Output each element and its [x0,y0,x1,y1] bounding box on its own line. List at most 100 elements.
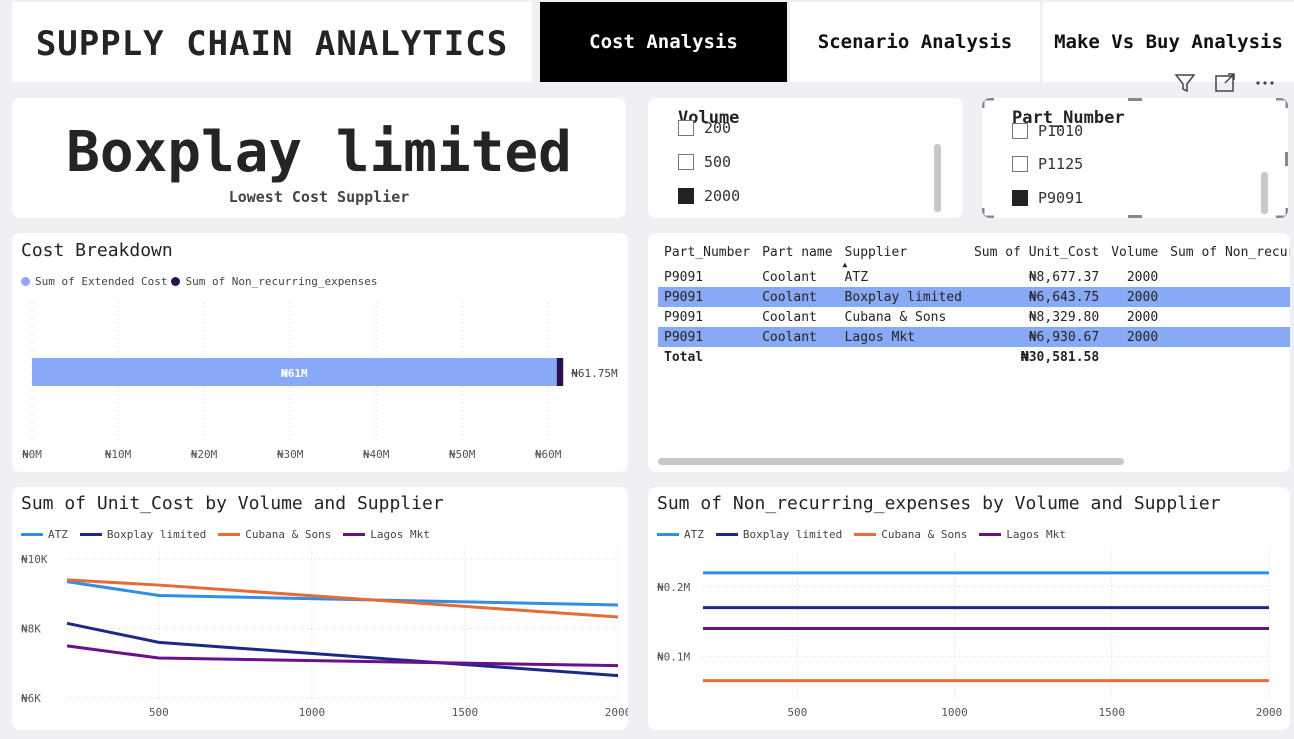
series-line [66,578,619,619]
x-tick-label: 500 [149,706,169,719]
option-label: P1125 [1038,155,1084,173]
cell-part-name: Coolant [756,287,839,307]
cell-non-recurring [1164,267,1290,287]
table-horizontal-scrollbar[interactable] [658,458,1124,465]
col-volume[interactable]: Volume [1105,237,1164,267]
option-label: 2000 [704,187,741,205]
cell-empty [1164,347,1290,367]
cell-non-recurring [1164,287,1290,307]
col-part-name[interactable]: Part name [756,237,838,267]
cell-part-number: P9091 [664,309,704,325]
supplier-table: Part_Number Part name Supplier ▲ Sum of U… [658,237,1290,367]
col-part-number[interactable]: Part_Number [658,237,756,267]
checkbox[interactable] [678,154,694,170]
volume-option-2000[interactable]: 2000 [678,187,740,205]
title-banner: SUPPLY CHAIN ANALYTICS [12,2,532,82]
cell-volume: 2000 [1105,287,1165,307]
sort-ascending-icon: ▲ [842,260,848,269]
cell-supplier: Cubana & Sons [844,309,947,325]
bar-data-label: ₦61M [281,367,308,380]
x-tick-label: 1000 [299,706,326,719]
x-tick-label: 1000 [941,706,968,719]
y-tick-label: ₦0.1M [657,650,690,663]
volume-option-200[interactable]: 200 [678,119,731,137]
checkbox[interactable] [678,120,694,136]
checkbox-checked[interactable] [1012,190,1028,206]
cell-supplier: ATZ [844,269,869,285]
cell-unit-cost: ₦8,677.37 [1028,269,1100,285]
cell-part-number: P9091 [658,327,757,347]
option-label: 500 [704,153,732,171]
cell-non-recurring [1164,327,1290,347]
filter-icon[interactable] [1172,70,1198,96]
cell-supplier: Boxplay limited [838,287,968,307]
volume-option-500[interactable]: 500 [678,153,731,171]
cell-unit-cost: ₦8,329.80 [1028,309,1100,325]
cell-part-name: Coolant [762,309,817,325]
y-tick-label: ₦10K [21,553,48,566]
table-row[interactable]: P9091 Coolant Cubana & Sons ₦8,329.80 2000 [658,307,1290,327]
y-tick-label: ₦0.2M [657,581,690,594]
x-tick-label: 2000 [1256,706,1283,719]
checkbox-checked[interactable] [678,188,694,204]
cell-part-number: P9091 [664,269,704,285]
kpi-label: Lowest Cost Supplier [228,188,410,206]
checkbox[interactable] [1012,156,1028,172]
x-tick-label: 1500 [1099,706,1126,719]
series-line [66,621,619,678]
non-recurring-chart-card: Sum of Non_recurring_expenses by Volume … [648,487,1290,730]
x-tick-label: ₦30M [277,448,304,461]
table-row[interactable]: P9091 Coolant Lagos Mkt ₦6,930.67 2000 [658,327,1290,347]
x-tick-label: ₦0M [22,448,42,461]
kpi-card: Boxplay limited Lowest Cost Supplier [12,98,626,218]
volume-slicer-scrollbar[interactable] [934,144,941,212]
cost-breakdown-chart: ₦0M ₦10M ₦20M ₦30M ₦40M ₦50M ₦60M ₦61M ₦61.75M [22,303,618,461]
cell-volume: 2000 [1105,327,1165,347]
focus-mode-icon[interactable] [1212,70,1238,96]
cell-non-recurring [1164,307,1290,327]
cell-part-number: P9091 [658,287,757,307]
table-row[interactable]: P9091 Coolant ATZ ₦8,677.37 2000 [658,267,1290,287]
part-option-p1125[interactable]: P1125 [1012,155,1083,173]
cell-part-name: Coolant [762,269,817,285]
more-options-icon[interactable] [1252,70,1278,96]
checkbox[interactable] [1012,123,1028,139]
col-supplier[interactable]: Supplier ▲ [839,237,968,270]
cell-total-unit-cost: ₦30,581.58 [1020,349,1100,365]
option-label: P9091 [1038,189,1084,207]
cell-volume: 2000 [1126,309,1159,325]
supplier-table-card: Part_Number Part name Supplier ▲ Sum of U… [648,233,1290,472]
col-unit-cost[interactable]: Sum of Unit_Cost [968,237,1105,267]
app-title: SUPPLY CHAIN ANALYTICS [35,24,509,64]
table-header-row: Part_Number Part name Supplier ▲ Sum of U… [658,237,1290,270]
x-tick-label: ₦50M [449,448,476,461]
bar-non-recurring-expenses [556,358,564,386]
part-option-p9091[interactable]: P9091 [1012,189,1083,207]
kpi-value: Boxplay limited [66,120,572,185]
cell-volume: 2000 [1126,269,1159,285]
x-tick-label: ₦60M [535,448,562,461]
x-tick-label: ₦40M [363,448,390,461]
tab-cost-analysis[interactable]: Cost Analysis [540,2,787,82]
cost-breakdown-card: Cost Breakdown Sum of Extended Cost Sum … [12,233,628,472]
x-tick-label: 500 [787,706,807,719]
col-supplier-label: Supplier [844,244,908,260]
visual-header-icons [1172,70,1292,96]
x-tick-label: 1500 [452,706,479,719]
option-label: P1010 [1038,122,1084,140]
tab-scenario-analysis[interactable]: Scenario Analysis [790,2,1040,82]
volume-slicer: Volume 200 500 2000 [648,98,963,218]
col-non-recurring[interactable]: Sum of Non_recurr [1164,237,1290,267]
cell-supplier: Lagos Mkt [838,327,968,347]
table-row[interactable]: P9091 Coolant Boxplay limited ₦6,643.75 2000 [658,287,1290,307]
part-number-slicer: Part_Number P1010 P1125 P9091 [982,98,1288,218]
part-slicer-scrollbar[interactable] [1261,172,1268,214]
y-tick-label: ₦6K [21,692,41,705]
cell-empty [1105,347,1164,367]
cell-part-name: Coolant [756,327,839,347]
part-option-p1010[interactable]: P1010 [1012,122,1083,140]
unit-cost-chart-card: Sum of Unit_Cost by Volume and Supplier … [12,487,628,730]
cell-total-label: Total [664,349,704,365]
unit-cost-line-chart: 500 1000 1500 2000 ₦6K ₦8K ₦10K [21,549,628,719]
y-tick-label: ₦8K [21,623,41,636]
